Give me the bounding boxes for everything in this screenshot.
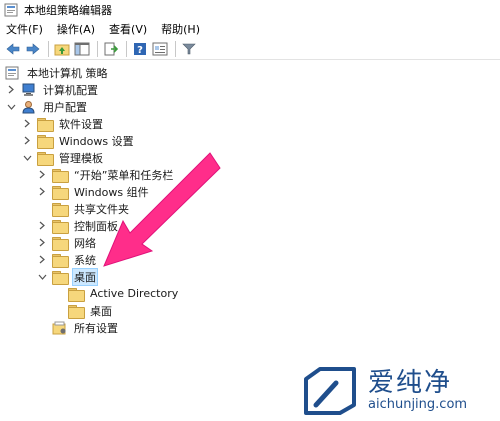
tree-label: 本地计算机 策略 xyxy=(27,66,108,80)
tree-node-network[interactable]: 网络 xyxy=(37,234,98,251)
chevron-right-icon[interactable] xyxy=(6,81,16,98)
tree-label: 桌面 xyxy=(72,267,98,286)
toolbar-separator xyxy=(126,40,127,57)
chevron-right-icon[interactable] xyxy=(37,251,47,268)
properties-icon[interactable] xyxy=(151,40,169,58)
chevron-right-icon[interactable] xyxy=(37,217,47,234)
tree-label: 控制面板 xyxy=(74,219,118,233)
up-folder-icon[interactable] xyxy=(53,40,71,58)
toolbar-separator xyxy=(97,40,98,57)
tree-label: 共享文件夹 xyxy=(74,202,129,216)
chevron-down-icon[interactable] xyxy=(22,149,32,166)
tree-node-root[interactable]: 本地计算机 策略 xyxy=(4,64,110,81)
tree-node-system[interactable]: 系统 xyxy=(37,251,98,268)
computer-icon xyxy=(20,83,36,97)
tree-label: 管理模板 xyxy=(59,151,103,165)
toolbar-separator xyxy=(48,40,49,57)
watermark-text: 爱纯净 aichunjing.com xyxy=(368,369,467,413)
tree-node-shared-folders[interactable]: 共享文件夹 xyxy=(37,200,131,217)
watermark-url: aichunjing.com xyxy=(368,397,468,412)
tree-label: “开始”菜单和任务栏 xyxy=(74,168,174,182)
title-bar: 本地组策略编辑器 xyxy=(0,0,500,20)
folder-icon xyxy=(51,236,69,251)
folder-icon xyxy=(51,202,69,217)
tree-label: Active Directory xyxy=(90,287,179,300)
export-list-icon[interactable] xyxy=(102,40,120,58)
tree-node-all-settings[interactable]: 所有设置 xyxy=(37,319,120,336)
tree-node-windows-settings[interactable]: Windows 设置 xyxy=(22,132,136,149)
chevron-right-icon[interactable] xyxy=(22,132,32,149)
folder-icon xyxy=(51,185,69,200)
menu-view[interactable]: 查看(V) xyxy=(109,21,147,37)
tree-label: 软件设置 xyxy=(59,117,103,131)
computer-policy-icon xyxy=(4,66,20,80)
tree-label: Windows 设置 xyxy=(59,134,134,148)
folder-icon xyxy=(67,304,85,319)
folder-icon xyxy=(51,219,69,234)
tree-node-admin-templates[interactable]: 管理模板 xyxy=(22,149,105,166)
folder-icon xyxy=(36,117,54,132)
chevron-right-icon[interactable] xyxy=(37,234,47,251)
tree-label: Windows 组件 xyxy=(74,185,149,199)
tree-label: 系统 xyxy=(74,253,96,267)
show-hide-tree-icon[interactable] xyxy=(73,40,91,58)
tree-node-user-config[interactable]: 用户配置 xyxy=(6,98,89,115)
chevron-right-icon[interactable] xyxy=(37,166,47,183)
folder-icon xyxy=(67,287,85,302)
menu-help[interactable]: 帮助(H) xyxy=(161,21,200,37)
folder-icon xyxy=(51,168,69,183)
filter-icon[interactable] xyxy=(180,40,198,58)
tree-label: 计算机配置 xyxy=(43,83,98,97)
chevron-down-icon[interactable] xyxy=(6,98,16,115)
tree-node-software-settings[interactable]: 软件设置 xyxy=(22,115,105,132)
menu-bar: 文件(F) 操作(A) 查看(V) 帮助(H) xyxy=(0,20,500,38)
tree-node-desktop[interactable]: 桌面 xyxy=(37,267,98,286)
folder-icon xyxy=(36,134,54,149)
menu-file[interactable]: 文件(F) xyxy=(6,21,43,37)
tree-label: 网络 xyxy=(74,236,96,250)
folder-icon xyxy=(36,151,54,166)
forward-icon[interactable] xyxy=(24,40,42,58)
watermark: 爱纯净 aichunjing.com xyxy=(300,362,500,420)
watermark-brand: 爱纯净 xyxy=(368,368,453,398)
tree-label: 所有设置 xyxy=(74,321,118,335)
tree-label: 用户配置 xyxy=(43,100,87,114)
tree-node-control-panel[interactable]: 控制面板 xyxy=(37,217,120,234)
toolbar-separator xyxy=(175,40,176,57)
tree-node-computer-config[interactable]: 计算机配置 xyxy=(6,81,100,98)
chevron-right-icon[interactable] xyxy=(22,115,32,132)
window-title: 本地组策略编辑器 xyxy=(24,4,112,17)
tree-label: 桌面 xyxy=(90,304,112,318)
policy-editor-icon xyxy=(4,3,18,17)
tree-node-active-directory[interactable]: Active Directory xyxy=(53,285,180,302)
back-icon[interactable] xyxy=(4,40,22,58)
folder-icon xyxy=(51,270,69,285)
user-icon xyxy=(20,100,36,114)
tree-node-desktop-child[interactable]: 桌面 xyxy=(53,302,114,319)
menu-action[interactable]: 操作(A) xyxy=(57,21,95,37)
all-settings-icon xyxy=(51,321,67,335)
folder-icon xyxy=(51,253,69,268)
toolbar: ? xyxy=(0,38,500,60)
tree-node-windows-components[interactable]: Windows 组件 xyxy=(37,183,151,200)
chevron-down-icon[interactable] xyxy=(37,268,47,285)
chevron-right-icon[interactable] xyxy=(37,183,47,200)
watermark-logo-icon xyxy=(304,367,356,415)
help-icon[interactable]: ? xyxy=(131,40,149,58)
svg-text:?: ? xyxy=(137,45,143,56)
tree-node-start-menu[interactable]: “开始”菜单和任务栏 xyxy=(37,166,175,183)
